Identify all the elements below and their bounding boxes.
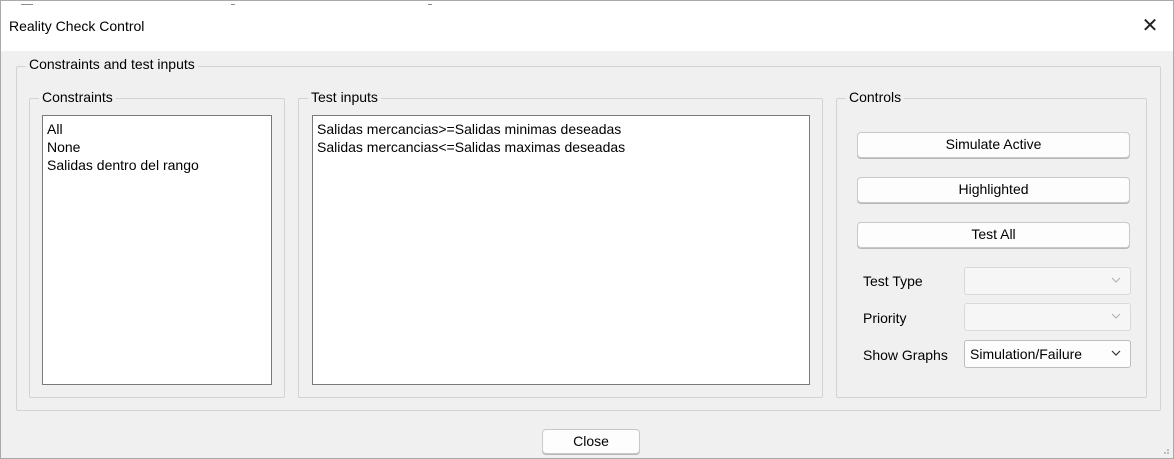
list-item[interactable]: Salidas mercancias<=Salidas maximas dese… [317,138,805,156]
show-graphs-select[interactable]: Simulation/Failure [964,340,1131,368]
highlighted-button[interactable]: Highlighted [857,177,1130,203]
constraints-listbox[interactable]: All None Salidas dentro del rango [42,115,272,385]
title-bar: Reality Check Control ✕ [1,1,1173,51]
priority-select[interactable] [964,303,1131,331]
list-item[interactable]: Salidas mercancias>=Salidas minimas dese… [317,120,805,138]
list-item[interactable]: None [47,138,267,156]
background-window-edge [1,1,1173,5]
show-graphs-value: Simulation/Failure [970,346,1083,362]
chevron-down-icon [1111,313,1121,319]
chevron-down-icon [1111,277,1121,283]
list-item[interactable]: All [47,120,267,138]
test-type-select[interactable] [964,267,1131,295]
background-mark [231,1,235,5]
test-all-button[interactable]: Test All [857,222,1130,248]
background-mark [428,1,432,5]
show-graphs-label: Show Graphs [863,347,948,363]
chevron-down-icon [1111,350,1121,356]
test-inputs-listbox[interactable]: Salidas mercancias>=Salidas minimas dese… [312,115,810,385]
outer-group-label: Constraints and test inputs [26,56,198,72]
test-inputs-group-label: Test inputs [308,89,381,105]
constraints-group-label: Constraints [39,89,116,105]
resize-grip-icon[interactable] [1160,445,1170,455]
background-mark [21,1,33,5]
controls-group-label: Controls [846,89,905,105]
close-button[interactable]: Close [542,429,640,454]
test-type-label: Test Type [863,273,923,289]
list-item[interactable]: Salidas dentro del rango [47,156,267,174]
close-icon[interactable]: ✕ [1137,13,1163,39]
dialog-window: Reality Check Control ✕ Constraints and … [0,0,1174,459]
priority-label: Priority [863,310,907,326]
window-title: Reality Check Control [9,18,145,34]
simulate-active-button[interactable]: Simulate Active [857,132,1130,158]
